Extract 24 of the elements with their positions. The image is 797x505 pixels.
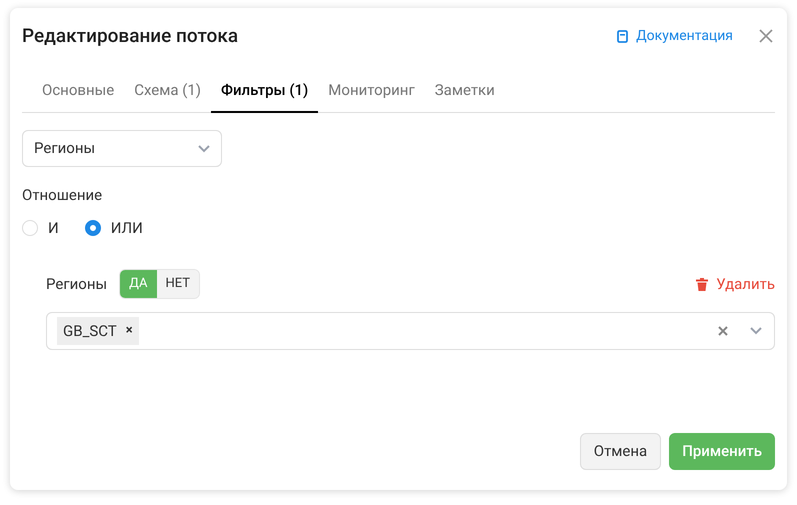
multi-select-field[interactable]: GB_SCT × — [46, 312, 775, 350]
book-icon — [617, 30, 628, 43]
chevron-down-icon — [750, 327, 762, 335]
documentation-link[interactable]: Документация — [617, 26, 733, 47]
tab[interactable]: Мониторинг — [318, 78, 425, 113]
tab[interactable]: Фильтры (1) — [211, 78, 318, 113]
tab[interactable]: Схема (1) — [124, 78, 212, 113]
close-icon[interactable] — [759, 29, 773, 44]
dialog-title: Редактирование потока — [22, 23, 238, 49]
radio-option[interactable]: И — [22, 216, 59, 239]
radio-option[interactable]: ИЛИ — [84, 216, 143, 239]
toggle-option[interactable]: НЕТ — [156, 270, 200, 298]
tab[interactable]: Основные — [32, 78, 124, 113]
tag-label: GB_SCT — [63, 320, 117, 342]
delete-button[interactable]: Удалить — [696, 272, 775, 296]
tab[interactable]: Заметки — [424, 78, 505, 113]
tag-remove-button[interactable]: × — [126, 321, 133, 341]
filter-label: Регионы — [46, 274, 108, 295]
chevron-down-icon — [198, 144, 210, 152]
filter-type-select[interactable]: Регионы — [22, 130, 222, 167]
clear-icon[interactable] — [718, 326, 728, 336]
cancel-button[interactable]: Отмена — [580, 433, 662, 470]
relation-label: Отношение — [22, 185, 104, 206]
trash-icon — [696, 278, 708, 290]
